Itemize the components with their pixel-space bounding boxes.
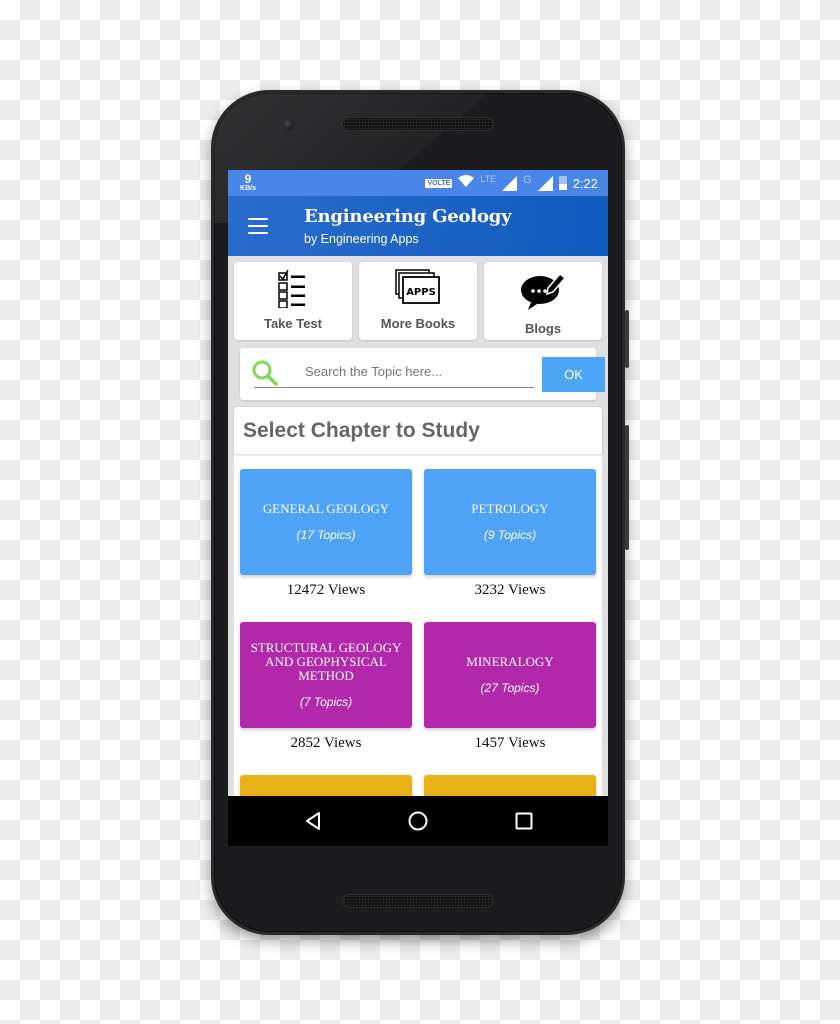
- checklist-icon: [278, 269, 305, 308]
- chapters-panel: Select Chapter to Study GENERAL GEOLOGY …: [234, 407, 602, 846]
- chat-bubble-pencil-icon: [521, 272, 566, 310]
- wifi-icon: [458, 174, 475, 192]
- network-speed: 9 KB/s: [238, 173, 258, 192]
- front-camera: [283, 119, 294, 130]
- back-triangle-icon[interactable]: [301, 809, 325, 833]
- power-button: [625, 310, 629, 368]
- app-subtitle: by Engineering Apps: [304, 232, 419, 246]
- chapter-topics: (9 Topics): [483, 528, 537, 542]
- search-bar: OK: [240, 348, 605, 400]
- volume-button: [625, 425, 629, 550]
- svg-text:APPS: APPS: [406, 287, 436, 298]
- app-bar: Engineering Geology by Engineering Apps: [228, 196, 608, 256]
- chapter-name: MINERALOGY: [466, 654, 554, 669]
- blogs-button[interactable]: Blogs: [484, 262, 602, 340]
- chapter-tile-structural-geology[interactable]: STRUCTURAL GEOLOGY AND GEOPHYSICAL METHO…: [240, 622, 412, 728]
- chapter-name: GENERAL GEOLOGY: [262, 501, 390, 516]
- chapter-views: 3232 Views: [474, 582, 546, 598]
- g-label: G: [523, 174, 532, 186]
- home-circle-icon[interactable]: [406, 809, 430, 833]
- chapter-topics: (27 Topics): [480, 681, 540, 695]
- navigation-bar: [228, 796, 608, 846]
- battery-icon: [558, 176, 567, 190]
- clock: 2:22: [572, 175, 598, 191]
- ok-button[interactable]: OK: [542, 357, 605, 392]
- search-icon: [252, 360, 278, 386]
- chapter-tile-mineralogy[interactable]: MINERALOGY (27 Topics): [424, 622, 596, 728]
- chapter-tile-petrology[interactable]: PETROLOGY (9 Topics): [424, 469, 596, 575]
- chapter-views: 12472 Views: [286, 582, 366, 598]
- section-title: Select Chapter to Study: [243, 419, 480, 442]
- take-test-label: Take Test: [263, 316, 323, 331]
- blogs-label: Blogs: [524, 321, 562, 336]
- phone-screen: 9 KB/s VOLTE LTE G 2:22 Engineering Geol…: [228, 170, 608, 846]
- chapter-name: STRUCTURAL GEOLOGY AND GEOPHYSICAL METHO…: [250, 640, 402, 683]
- take-test-button[interactable]: Take Test: [234, 262, 352, 340]
- chapter-views: 2852 Views: [290, 735, 362, 751]
- section-header: Select Chapter to Study: [234, 407, 602, 454]
- status-bar: 9 KB/s VOLTE LTE G 2:22: [228, 170, 608, 196]
- chapter-name: PETROLOGY: [471, 501, 549, 516]
- more-books-button[interactable]: APPS More Books: [359, 262, 477, 340]
- recent-apps-square-icon[interactable]: [512, 809, 536, 833]
- network-speed-unit: KB/s: [240, 185, 256, 192]
- hamburger-menu-icon[interactable]: [248, 218, 268, 234]
- signal-lte-icon: [502, 175, 518, 191]
- chapter-topics: (7 Topics): [299, 695, 353, 709]
- chapter-views: 1457 Views: [474, 735, 546, 751]
- apps-stack-icon: APPS: [395, 269, 440, 304]
- earpiece-speaker: [342, 117, 494, 131]
- app-title: Engineering Geology: [304, 206, 512, 227]
- search-input[interactable]: [254, 356, 534, 388]
- volte-badge: VOLTE: [425, 178, 453, 188]
- status-icons: VOLTE LTE G 2:22: [425, 170, 598, 196]
- network-speed-value: 9: [244, 172, 252, 186]
- lte-label: LTE: [480, 174, 497, 184]
- bottom-speaker: [342, 894, 494, 908]
- more-books-label: More Books: [380, 316, 456, 331]
- chapter-topics: (17 Topics): [296, 528, 356, 542]
- chapter-tile-general-geology[interactable]: GENERAL GEOLOGY (17 Topics): [240, 469, 412, 575]
- signal-g-icon: [537, 175, 553, 191]
